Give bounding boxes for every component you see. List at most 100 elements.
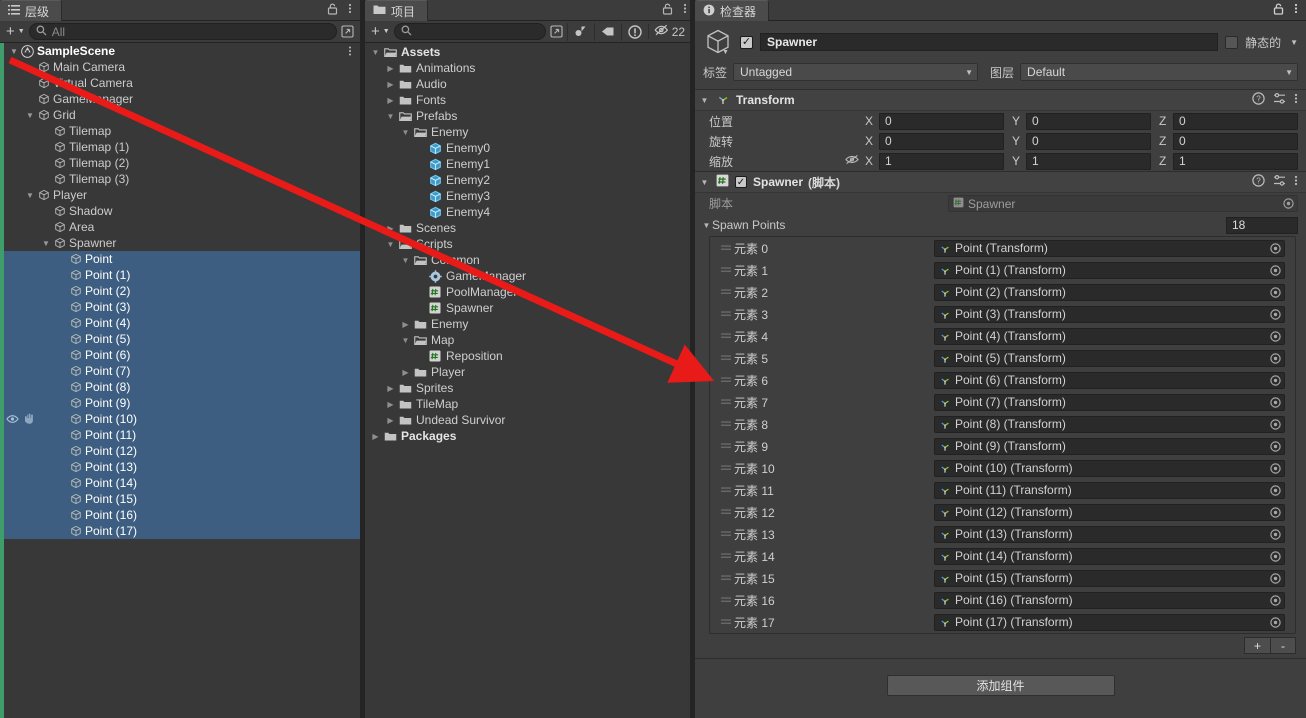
kebab-menu-icon[interactable] xyxy=(683,2,687,18)
object-picker-icon[interactable] xyxy=(1269,352,1282,365)
drag-handle-icon[interactable] xyxy=(718,618,734,627)
spawn-point-objectfield[interactable]: Point (14) (Transform) xyxy=(934,547,1285,565)
project-item-enemy4[interactable]: Enemy4 xyxy=(365,204,695,220)
project-item-packages[interactable]: ▶ Packages xyxy=(365,428,695,444)
lock-icon[interactable] xyxy=(1273,2,1284,18)
spawn-point-objectfield[interactable]: Point (10) (Transform) xyxy=(934,459,1285,477)
hierarchy-item-tilemap-2[interactable]: Tilemap (2) xyxy=(0,155,360,171)
transform-缩放-z-input[interactable]: 1 xyxy=(1173,152,1298,170)
hierarchy-item-point-16[interactable]: Point (16) xyxy=(0,507,360,523)
object-picker-icon[interactable] xyxy=(1269,484,1282,497)
spawn-point-objectfield[interactable]: Point (16) (Transform) xyxy=(934,591,1285,609)
hierarchy-tree[interactable]: ▼ SampleScene Main Camera Virtual Camera Gam… xyxy=(0,43,360,718)
hierarchy-item-gamemanager[interactable]: GameManager xyxy=(0,91,360,107)
object-picker-icon[interactable] xyxy=(1269,594,1282,607)
gameobject-name-input[interactable]: Spawner xyxy=(760,33,1219,51)
hierarchy-scene-row[interactable]: ▼ SampleScene xyxy=(0,43,360,59)
drag-handle-icon[interactable] xyxy=(718,376,734,385)
hierarchy-item-tilemap[interactable]: Tilemap xyxy=(0,123,360,139)
spawn-point-objectfield[interactable]: Point (2) (Transform) xyxy=(934,283,1285,301)
object-picker-icon[interactable] xyxy=(1269,264,1282,277)
drag-handle-icon[interactable] xyxy=(718,552,734,561)
project-item-spawner[interactable]: Spawner xyxy=(365,300,695,316)
hierarchy-item-point-17[interactable]: Point (17) xyxy=(0,523,360,539)
hierarchy-item-tilemap-3[interactable]: Tilemap (3) xyxy=(0,171,360,187)
twisty-expanded-icon[interactable]: ▼ xyxy=(40,239,52,248)
transform-旋转-x-input[interactable]: 0 xyxy=(879,132,1004,150)
hierarchy-item-main-camera[interactable]: Main Camera xyxy=(0,59,360,75)
twisty-collapsed-icon[interactable]: ▶ xyxy=(384,96,397,105)
transform-component-header[interactable]: ▼ Transform ? xyxy=(695,90,1306,111)
spawn-point-objectfield[interactable]: Point (11) (Transform) xyxy=(934,481,1285,499)
array-remove-button[interactable]: - xyxy=(1270,637,1296,654)
object-picker-icon[interactable] xyxy=(1269,308,1282,321)
project-filter-type-button[interactable] xyxy=(566,22,594,41)
constrain-proportions-icon[interactable] xyxy=(845,154,859,168)
hierarchy-item-point-15[interactable]: Point (15) xyxy=(0,491,360,507)
spawn-point-row[interactable]: 元素 4 Point (4) (Transform) xyxy=(710,325,1295,347)
transform-位置-x-input[interactable]: 0 xyxy=(879,112,1004,130)
drag-handle-icon[interactable] xyxy=(718,332,734,341)
kebab-menu-icon[interactable] xyxy=(348,2,352,18)
project-item-fonts[interactable]: ▶ Fonts xyxy=(365,92,695,108)
twisty-collapsed-icon[interactable]: ▶ xyxy=(384,224,397,233)
array-size-input[interactable]: 18 xyxy=(1226,216,1298,234)
drag-handle-icon[interactable] xyxy=(718,574,734,583)
spawn-point-row[interactable]: 元素 1 Point (1) (Transform) xyxy=(710,259,1295,281)
spawn-point-row[interactable]: 元素 16 Point (16) (Transform) xyxy=(710,589,1295,611)
spawn-point-row[interactable]: 元素 2 Point (2) (Transform) xyxy=(710,281,1295,303)
project-item-common[interactable]: ▼ Common xyxy=(365,252,695,268)
hierarchy-item-point-1[interactable]: Point (1) xyxy=(0,267,360,283)
spawn-point-row[interactable]: 元素 17 Point (17) (Transform) xyxy=(710,611,1295,633)
drag-handle-icon[interactable] xyxy=(718,420,734,429)
spawner-enabled-checkbox[interactable]: ✓ xyxy=(735,176,747,188)
layer-dropdown[interactable]: Default ▼ xyxy=(1020,63,1298,81)
spawn-point-row[interactable]: 元素 13 Point (13) (Transform) xyxy=(710,523,1295,545)
project-item-enemy[interactable]: ▶ Enemy xyxy=(365,316,695,332)
lock-icon[interactable] xyxy=(662,2,673,18)
drag-handle-icon[interactable] xyxy=(718,288,734,297)
spawn-point-row[interactable]: 元素 11 Point (11) (Transform) xyxy=(710,479,1295,501)
project-item-enemy0[interactable]: Enemy0 xyxy=(365,140,695,156)
kebab-menu-icon[interactable] xyxy=(1294,2,1298,18)
drag-handle-icon[interactable] xyxy=(718,596,734,605)
drag-handle-icon[interactable] xyxy=(718,508,734,517)
transform-缩放-y-input[interactable]: 1 xyxy=(1026,152,1151,170)
twisty-collapsed-icon[interactable]: ▶ xyxy=(384,80,397,89)
spawn-point-objectfield[interactable]: Point (15) (Transform) xyxy=(934,569,1285,587)
project-item-assets[interactable]: ▼ Assets xyxy=(365,44,695,60)
twisty-collapsed-icon[interactable]: ▶ xyxy=(399,320,412,329)
tab-project[interactable]: 项目 xyxy=(365,0,429,21)
transform-缩放-x-input[interactable]: 1 xyxy=(879,152,1004,170)
project-filter-label-button[interactable] xyxy=(593,22,621,41)
hand-picking-icon[interactable] xyxy=(23,413,35,427)
twisty-expanded-icon[interactable]: ▼ xyxy=(399,256,412,265)
object-picker-icon[interactable] xyxy=(1269,396,1282,409)
spawn-point-objectfield[interactable]: Point (12) (Transform) xyxy=(934,503,1285,521)
collapse-twisty-icon[interactable]: ▼ xyxy=(699,178,710,187)
drag-handle-icon[interactable] xyxy=(718,266,734,275)
project-item-poolmanager[interactable]: PoolManager xyxy=(365,284,695,300)
hierarchy-item-point-8[interactable]: Point (8) xyxy=(0,379,360,395)
kebab-menu-icon[interactable] xyxy=(348,45,352,58)
project-item-reposition[interactable]: Reposition xyxy=(365,348,695,364)
spawn-point-row[interactable]: 元素 0 Point (Transform) xyxy=(710,237,1295,259)
hierarchy-item-point-7[interactable]: Point (7) xyxy=(0,363,360,379)
tab-inspector[interactable]: 检查器 xyxy=(695,0,770,21)
drag-handle-icon[interactable] xyxy=(718,464,734,473)
add-component-button[interactable]: 添加组件 xyxy=(886,675,1115,696)
spawn-point-objectfield[interactable]: Point (Transform) xyxy=(934,239,1285,257)
spawn-point-row[interactable]: 元素 14 Point (14) (Transform) xyxy=(710,545,1295,567)
drag-handle-icon[interactable] xyxy=(718,486,734,495)
help-icon[interactable]: ? xyxy=(1252,92,1265,108)
hierarchy-item-virtual-camera[interactable]: Virtual Camera xyxy=(0,75,360,91)
preset-icon[interactable] xyxy=(1273,92,1286,108)
spawn-point-row[interactable]: 元素 5 Point (5) (Transform) xyxy=(710,347,1295,369)
project-search-input[interactable] xyxy=(393,23,546,40)
spawn-point-objectfield[interactable]: Point (8) (Transform) xyxy=(934,415,1285,433)
eye-icon[interactable] xyxy=(6,413,19,427)
hierarchy-item-point-10[interactable]: Point (10) xyxy=(0,411,360,427)
tag-dropdown[interactable]: Untagged ▼ xyxy=(733,63,979,81)
hierarchy-item-point-3[interactable]: Point (3) xyxy=(0,299,360,315)
twisty-expanded-icon[interactable]: ▼ xyxy=(24,191,36,200)
